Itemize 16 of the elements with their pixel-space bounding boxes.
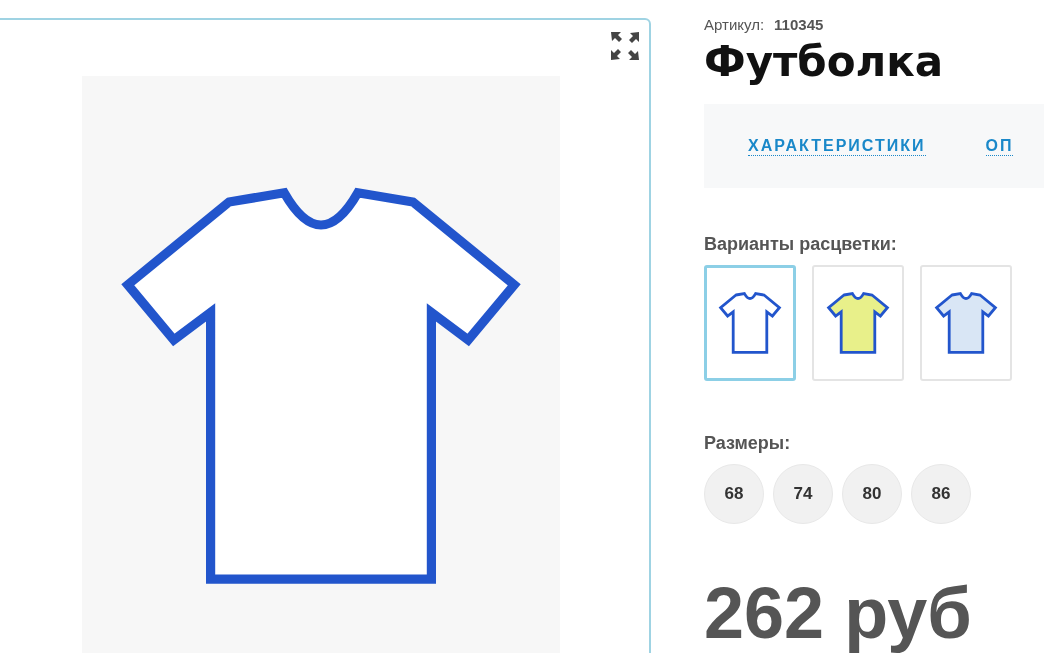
section-heading: Размеры: bbox=[704, 433, 792, 454]
size-option[interactable]: 86 bbox=[911, 464, 971, 524]
color-variant-thumbnail[interactable] bbox=[704, 265, 796, 381]
tab[interactable]: ОП bbox=[985, 136, 1014, 156]
size-option[interactable]: 80 bbox=[842, 464, 902, 524]
color-variant-thumbnail[interactable] bbox=[812, 265, 904, 381]
size-option[interactable]: 68 bbox=[704, 464, 764, 524]
article-label: Артикул: bbox=[704, 16, 765, 33]
price: 262 руб bbox=[704, 572, 973, 653]
size-option[interactable]: 74 bbox=[773, 464, 833, 524]
section-heading: Варианты расцветки: bbox=[704, 234, 898, 255]
product-title: Футболка bbox=[704, 37, 945, 86]
fullscreen-icon[interactable] bbox=[609, 30, 641, 62]
tab[interactable]: ХАРАКТЕРИСТИКИ bbox=[748, 136, 926, 156]
article-number: 110345 bbox=[774, 16, 824, 33]
color-variant-thumbnail[interactable] bbox=[920, 265, 1012, 381]
